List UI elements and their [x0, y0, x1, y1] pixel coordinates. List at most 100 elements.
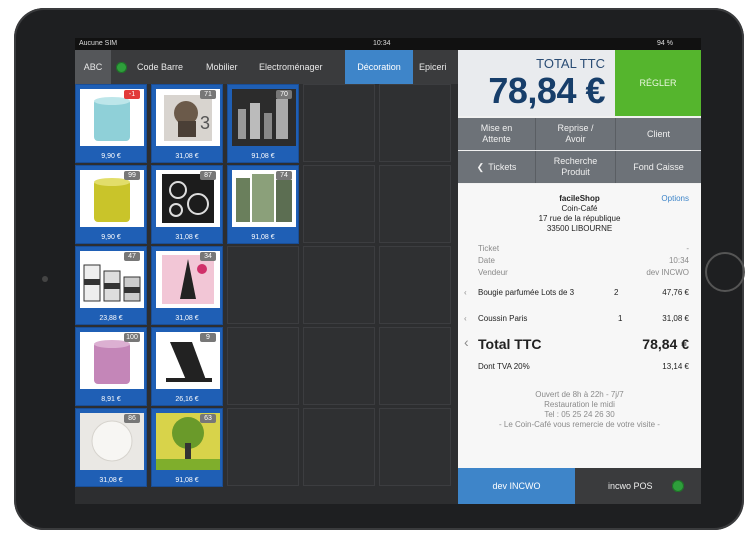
tab-epicerie[interactable]: Epiceri	[415, 50, 451, 84]
client-button[interactable]: Client	[616, 118, 701, 150]
empty-slot	[379, 408, 451, 486]
seller-label: Vendeur	[478, 268, 508, 277]
receipt-footer-phone: Tel : 05 25 24 26 30	[544, 410, 615, 419]
product-price: 9,90 €	[101, 153, 121, 160]
line-name: Bougie parfumée Lots de 3	[478, 288, 575, 297]
product-price: 31,08 €	[99, 477, 123, 484]
cash-fund-button[interactable]: Fond Caisse	[616, 151, 701, 183]
cash-label: Fond Caisse	[633, 161, 684, 172]
product-tile[interactable]: 99 9,90 €	[75, 165, 147, 244]
product-grid: -1 9,90 € 3 71 31,08 € 70 91,08 € 99 9,9…	[75, 84, 458, 504]
status-bar: Aucune SIM 10:34 94 %	[75, 38, 701, 50]
date-label: Date	[478, 256, 495, 265]
receipt: facileShop Options Coin-Café 17 rue de l…	[458, 184, 701, 468]
product-price: 91,08 €	[251, 234, 275, 241]
product-tile[interactable]: 87 31,08 €	[151, 165, 223, 244]
pay-button[interactable]: RÉGLER	[615, 50, 701, 116]
product-price: 31,08 €	[175, 153, 199, 160]
product-tile[interactable]: 9 26,16 €	[151, 327, 223, 406]
product-price: 8,91 €	[101, 396, 121, 403]
receipt-total-value: 78,84 €	[642, 336, 689, 352]
date-value: 10:34	[668, 256, 689, 265]
empty-slot	[227, 327, 299, 405]
empty-slot	[379, 165, 451, 243]
total-label: TOTAL TTC	[536, 56, 605, 71]
options-link[interactable]: Options	[661, 194, 689, 203]
tab-electromenager[interactable]: Electroménager	[255, 50, 327, 84]
product-tile[interactable]: 34 31,08 €	[151, 246, 223, 325]
seller-value: dev INCWO	[646, 268, 689, 277]
stock-badge: 9	[200, 333, 216, 342]
receipt-line[interactable]: ‹ Coussin Paris 1 31,08 €	[458, 314, 701, 328]
receipt-footer-restaurant: Restauration le midi	[544, 400, 615, 409]
product-search-button[interactable]: Recherche Produit	[536, 151, 616, 183]
line-amount: 31,08 €	[662, 314, 689, 323]
panel-footer: dev INCWO incwo POS	[458, 468, 701, 504]
action-row-1: Mise en Attente Reprise / Avoir Client	[458, 118, 701, 152]
product-tile[interactable]: 70 91,08 €	[227, 84, 299, 163]
empty-slot	[379, 246, 451, 324]
scanner-status-icon	[116, 62, 127, 73]
chevron-left-icon: ‹	[464, 334, 469, 350]
tab-mobilier[interactable]: Mobilier	[202, 50, 242, 84]
product-price: 31,08 €	[175, 315, 199, 322]
product-tile[interactable]: 86 31,08 €	[75, 408, 147, 487]
product-price: 91,08 €	[251, 153, 275, 160]
empty-slot	[379, 84, 451, 162]
refund-button[interactable]: Reprise / Avoir	[536, 118, 616, 150]
stock-badge: -1	[124, 90, 140, 99]
product-tile[interactable]: -1 9,90 €	[75, 84, 147, 163]
receipt-line[interactable]: ‹ Bougie parfumée Lots de 3 2 47,76 €	[458, 288, 701, 302]
product-tile[interactable]: 100 8,91 €	[75, 327, 147, 406]
user-button[interactable]: dev INCWO	[458, 468, 575, 504]
total-display: TOTAL TTC 78,84 €	[458, 50, 615, 116]
home-button[interactable]	[705, 252, 745, 292]
category-tabs: ABC Code Barre Mobilier Electroménager D…	[75, 50, 458, 84]
empty-slot	[379, 327, 451, 405]
tab-code-barre[interactable]: Code Barre	[133, 50, 187, 84]
line-qty: 1	[618, 314, 623, 323]
empty-slot	[303, 165, 375, 243]
hold-label: Mise en Attente	[480, 123, 513, 144]
shop-address-line2: 33500 LIBOURNE	[546, 224, 613, 233]
stock-badge: 99	[124, 171, 140, 180]
pos-screen: Aucune SIM 10:34 94 % ABC Code Barre Mob…	[75, 38, 701, 504]
stock-badge: 86	[124, 414, 140, 423]
tva-value: 13,14 €	[662, 362, 689, 371]
carrier-label: Aucune SIM	[79, 40, 118, 47]
stock-badge: 70	[276, 90, 292, 99]
ticket-value: -	[686, 244, 689, 253]
tva-label: Dont TVA 20%	[478, 362, 530, 371]
stock-badge: 47	[124, 252, 140, 261]
hold-button[interactable]: Mise en Attente	[458, 118, 536, 150]
stock-badge: 63	[200, 414, 216, 423]
tab-decoration[interactable]: Décoration	[345, 50, 413, 84]
empty-slot	[303, 408, 375, 486]
empty-slot	[303, 84, 375, 162]
shop-address-line1: 17 rue de la république	[538, 214, 621, 223]
receipt-footer-hours: Ouvert de 8h à 22h - 7j/7	[535, 390, 624, 399]
product-tile[interactable]: 47 23,88 €	[75, 246, 147, 325]
tab-abc[interactable]: ABC	[75, 50, 111, 84]
pos-status-icon	[672, 480, 684, 492]
checkout-panel: TOTAL TTC 78,84 € RÉGLER Mise en Attente…	[458, 50, 701, 504]
product-tile[interactable]: 74 91,08 €	[227, 165, 299, 244]
product-price: 9,90 €	[101, 234, 121, 241]
pos-name: incwo POS	[608, 481, 653, 491]
product-price: 91,08 €	[175, 477, 199, 484]
tickets-label: Tickets	[488, 161, 517, 172]
stock-badge: 87	[200, 171, 216, 180]
product-price: 23,88 €	[99, 315, 123, 322]
product-tile[interactable]: 3 71 31,08 €	[151, 84, 223, 163]
stock-badge: 34	[200, 252, 216, 261]
line-qty: 2	[614, 288, 619, 297]
empty-slot	[303, 327, 375, 405]
product-tile[interactable]: 63 91,08 €	[151, 408, 223, 487]
empty-slot	[303, 246, 375, 324]
chevron-left-icon: ‹	[464, 314, 467, 323]
chevron-left-icon: ‹	[464, 288, 467, 297]
refund-label: Reprise / Avoir	[557, 123, 594, 144]
chevron-left-icon: ❮	[476, 161, 485, 172]
action-row-2: ❮ Tickets Recherche Produit Fond Caisse	[458, 151, 701, 185]
tickets-button[interactable]: ❮ Tickets	[458, 151, 536, 183]
